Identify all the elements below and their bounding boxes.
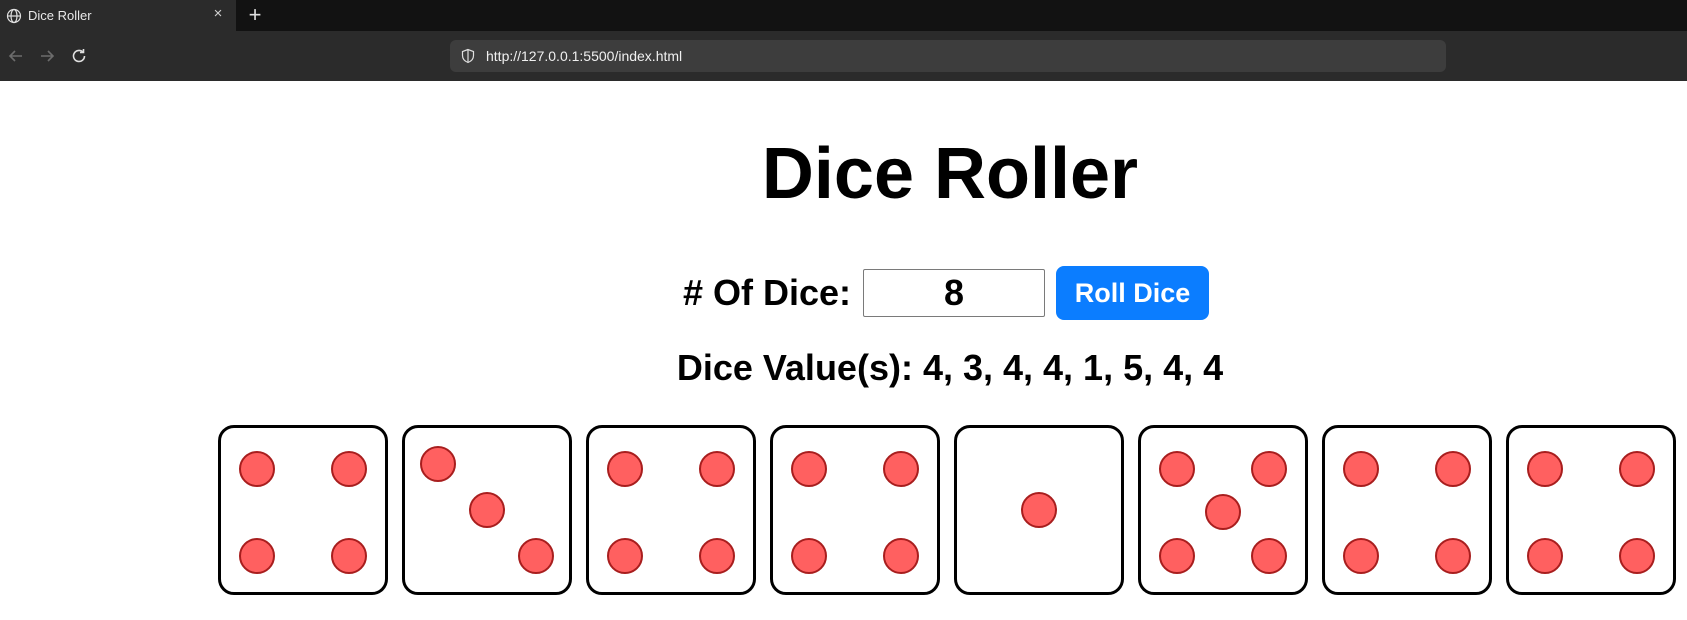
die-pip [698,537,735,574]
dice-values-text: 4, 3, 4, 4, 1, 5, 4, 4 [922,347,1224,388]
browser-nav-bar: http://127.0.0.1:5500/index.html [0,31,1687,81]
close-icon[interactable]: × [210,6,226,22]
die-pip [882,537,919,574]
die-pip [1434,451,1471,487]
dice-count-label: # Of Dice: [683,272,852,313]
dice-count-input[interactable] [863,269,1046,317]
page-title: Dice Roller [761,134,1139,214]
die-pip [1021,492,1057,528]
browser-tab-bar: Dice Roller × + [0,0,1687,31]
roll-dice-button[interactable]: Roll Dice [1056,266,1210,320]
die-pip [607,451,644,487]
dice-row [218,425,1676,595]
new-tab-button[interactable]: + [245,4,265,26]
die-pip [330,537,367,574]
back-button[interactable] [5,45,27,67]
die-pip [1250,451,1287,487]
shield-icon [461,48,475,64]
die-pip [698,451,735,487]
die-pip [1434,537,1471,574]
die-pip [882,451,919,487]
browser-tab[interactable]: Dice Roller × [0,0,236,31]
die-1 [218,425,388,595]
die-pip [1343,537,1380,574]
die-pip [1343,451,1380,487]
die-pip [330,451,367,487]
globe-icon [6,8,22,23]
forward-button[interactable] [36,45,58,67]
die-pip [1205,493,1241,530]
dice-values-line: Dice Value(s): 4, 3, 4, 4, 1, 5, 4, 4 [0,346,1687,390]
die-pip [791,451,828,487]
reload-icon [72,49,86,63]
die-8 [1506,425,1676,595]
die-7 [1322,425,1492,595]
die-6 [1138,425,1308,595]
die-pip [1618,451,1655,487]
die-pip [1527,537,1564,574]
die-pip [1159,451,1196,487]
die-2 [402,425,572,595]
page-content: Dice Roller # Of Dice: Roll Dice Dice Va… [0,81,1687,620]
dice-values-label: Dice Value(s): [676,347,913,388]
die-pip [791,537,828,574]
arrow-left-icon [8,50,22,62]
die-pip [1159,537,1196,574]
die-pip [239,451,276,487]
die-pip [607,537,644,574]
die-pip [518,537,555,574]
die-pip [1527,451,1564,487]
address-bar[interactable]: http://127.0.0.1:5500/index.html [450,40,1446,72]
die-pip [1618,537,1655,574]
die-pip [239,537,276,574]
die-pip [419,446,456,483]
tab-title: Dice Roller [28,8,92,23]
die-pip [1250,537,1287,574]
die-3 [586,425,756,595]
die-5 [954,425,1124,595]
dice-controls: # Of Dice: Roll Dice [683,265,1210,321]
die-pip [469,492,505,528]
url-text: http://127.0.0.1:5500/index.html [486,48,683,64]
arrow-right-icon [41,50,55,62]
die-4 [770,425,940,595]
reload-button[interactable] [68,45,90,67]
